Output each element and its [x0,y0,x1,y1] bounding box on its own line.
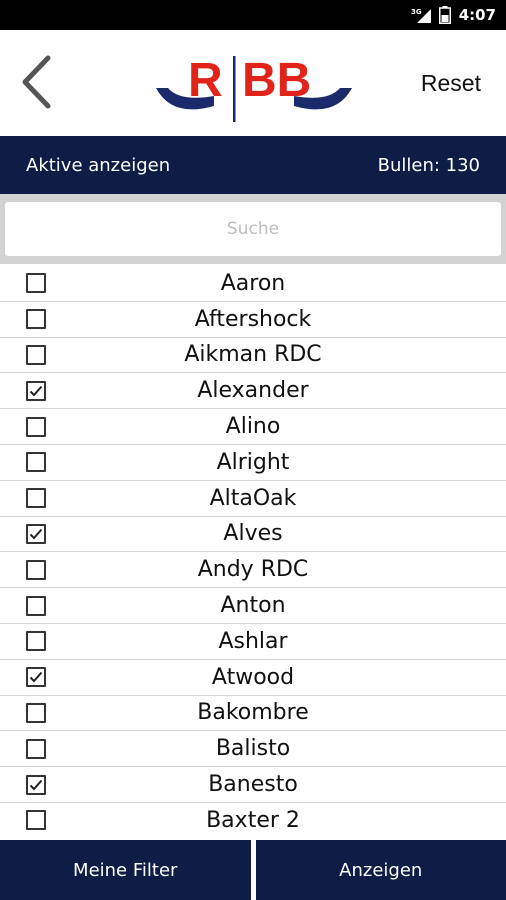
list-item[interactable]: Aaron [0,266,506,302]
reset-button[interactable]: Reset [421,70,481,97]
checkmark-icon [29,385,43,397]
list-item[interactable]: Bakombre [0,696,506,732]
checkbox[interactable] [26,523,46,544]
checkbox[interactable] [26,309,46,330]
list-item[interactable]: Alino [0,409,506,445]
info-bar: Aktive anzeigen Bullen: 130 [0,136,506,194]
list-item[interactable]: AltaOak [0,481,506,517]
checkbox[interactable] [26,344,46,365]
search-input[interactable] [5,202,501,256]
list-item[interactable]: Aftershock [0,302,506,338]
list-item[interactable]: Alright [0,445,506,481]
checkbox[interactable] [26,810,46,831]
list-item-label: Bakombre [197,700,309,726]
list-item-label: Atwood [211,664,295,690]
search-container [0,194,506,264]
network-signal-icon: 3G [411,7,433,23]
list-item-label: Banesto [208,772,298,798]
svg-text:R: R [188,54,223,107]
list-item[interactable]: Alexander [0,373,506,410]
list-item[interactable]: Baxter 2 [0,803,506,838]
list-item-label: Alino [225,414,281,440]
my-filters-button[interactable]: Meine Filter [0,840,251,900]
checkbox[interactable] [26,488,46,509]
list-item-label: Andy RDC [197,557,309,583]
bottom-bar: Meine Filter Anzeigen [0,840,506,900]
list-item-label: Alves [223,521,283,547]
bull-count: Bullen: 130 [377,154,480,176]
list-item-label: Alexander [197,378,309,404]
list-item-label: Aftershock [194,306,312,332]
checkbox[interactable] [26,702,46,723]
status-bar: 3G 4:07 [0,0,506,30]
list-item-label: Ashlar [218,628,288,654]
checkbox[interactable] [26,595,46,616]
list-item[interactable]: Atwood [0,660,506,696]
back-button[interactable] [14,52,58,112]
list-item[interactable]: Andy RDC [0,552,506,589]
list-item[interactable]: Aikman RDC [0,338,506,374]
checkbox[interactable] [26,774,46,795]
rbb-logo: R BB [154,48,354,126]
checkbox[interactable] [26,416,46,437]
list-item[interactable]: Anton [0,588,506,624]
checkbox[interactable] [26,738,46,759]
list-item-label: Alright [216,449,290,475]
checkmark-icon [29,528,43,540]
list-item-label: Baxter 2 [206,807,300,833]
list-item[interactable]: Alves [0,517,506,553]
list-item-label: AltaOak [209,485,297,511]
checkbox[interactable] [26,452,46,473]
app-header: R BB Reset [0,30,506,136]
checkbox[interactable] [26,631,46,652]
svg-text:BB: BB [242,54,311,107]
svg-text:3G: 3G [411,8,422,16]
status-icons: 3G [411,6,451,24]
list-item[interactable]: Ashlar [0,624,506,660]
checkbox[interactable] [26,559,46,580]
checkmark-icon [29,671,43,683]
checkbox[interactable] [26,380,46,401]
checkbox[interactable] [26,667,46,688]
list-item-label: Balisto [215,736,291,762]
bull-list: Aaron Aftershock Aikman RDC Alexander Alino A… [0,266,506,838]
checkbox[interactable] [26,273,46,294]
list-item-label: Aaron [220,270,286,296]
checkmark-icon [29,779,43,791]
show-active-toggle[interactable]: Aktive anzeigen [26,155,170,176]
status-time: 4:07 [458,6,496,24]
list-item[interactable]: Banesto [0,767,506,803]
battery-icon [438,6,451,24]
chevron-left-icon [22,55,51,109]
list-item-label: Anton [220,593,286,619]
list-item-label: Aikman RDC [184,342,322,368]
show-button[interactable]: Anzeigen [256,840,506,900]
list-item[interactable]: Balisto [0,731,506,768]
